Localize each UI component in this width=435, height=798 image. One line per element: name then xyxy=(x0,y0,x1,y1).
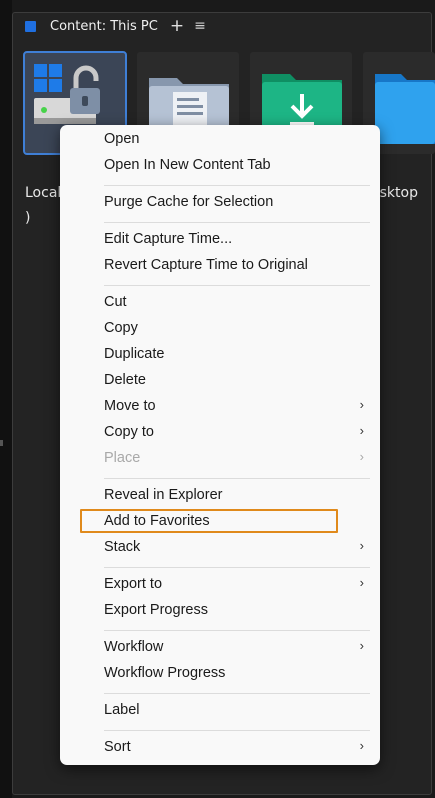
chevron-right-icon: › xyxy=(359,538,364,553)
menu-item-workflow-progress[interactable]: Workflow Progress xyxy=(60,662,380,688)
menu-separator xyxy=(104,693,370,694)
menu-item-copy-to[interactable]: Copy to › xyxy=(60,421,380,447)
menu-item-label: Open xyxy=(104,131,140,147)
add-tab-icon[interactable]: + xyxy=(170,17,184,35)
menu-item-label: Copy to xyxy=(104,424,154,440)
menu-item-purge-cache[interactable]: Purge Cache for Selection xyxy=(60,191,380,217)
menu-item-label: Open In New Content Tab xyxy=(104,157,271,173)
panel-header: Content: This PC + ≡ xyxy=(13,13,431,39)
menu-item-stack[interactable]: Stack › xyxy=(60,536,380,562)
menu-separator xyxy=(104,730,370,731)
chevron-right-icon: › xyxy=(359,423,364,438)
chevron-right-icon: › xyxy=(359,449,364,464)
menu-item-duplicate[interactable]: Duplicate xyxy=(60,343,380,369)
menu-item-delete[interactable]: Delete xyxy=(60,369,380,395)
panel-tab-icon xyxy=(25,20,36,32)
menu-separator xyxy=(104,222,370,223)
left-edge-strip xyxy=(0,0,12,798)
menu-item-label: Duplicate xyxy=(104,346,165,362)
menu-item-label: Export to xyxy=(104,576,163,592)
thumbnail-label-local-disk-line2: ) xyxy=(25,210,31,226)
menu-item-copy[interactable]: Copy xyxy=(60,317,380,343)
menu-item-label: Reveal in Explorer xyxy=(104,487,223,503)
menu-item-label: Sort xyxy=(104,739,131,755)
menu-item-export-to[interactable]: Export to › xyxy=(60,573,380,599)
menu-item-label: Copy xyxy=(104,320,138,336)
menu-item-label: Workflow Progress xyxy=(104,665,226,681)
context-menu: Open Open In New Content Tab Purge Cache… xyxy=(60,125,380,765)
menu-separator xyxy=(104,185,370,186)
menu-item-sort[interactable]: Sort › xyxy=(60,736,380,762)
menu-separator xyxy=(104,478,370,479)
menu-item-reveal-in-explorer[interactable]: Reveal in Explorer xyxy=(60,484,380,510)
menu-item-label: Revert Capture Time to Original xyxy=(104,257,308,273)
menu-separator xyxy=(104,567,370,568)
menu-item-label: Cut xyxy=(104,294,127,310)
menu-item-export-progress[interactable]: Export Progress xyxy=(60,599,380,625)
menu-item-open[interactable]: Open xyxy=(60,128,380,154)
menu-item-open-in-new-content-tab[interactable]: Open In New Content Tab xyxy=(60,154,380,180)
menu-item-place: Place › xyxy=(60,447,380,473)
panel-menu-icon[interactable]: ≡ xyxy=(194,18,206,34)
menu-item-label: Export Progress xyxy=(104,602,208,618)
edge-notch xyxy=(0,440,3,446)
menu-separator xyxy=(104,630,370,631)
menu-item-label: Purge Cache for Selection xyxy=(104,194,274,210)
menu-item-label: Edit Capture Time... xyxy=(104,231,233,247)
menu-item-label: Label xyxy=(104,702,140,718)
menu-separator xyxy=(104,285,370,286)
menu-item-cut[interactable]: Cut xyxy=(60,291,380,317)
panel-title[interactable]: Content: This PC xyxy=(50,19,158,34)
menu-item-label: Workflow xyxy=(104,639,164,655)
menu-item-label: Move to xyxy=(104,398,156,414)
add-to-favorites-highlight xyxy=(80,509,338,533)
menu-item-move-to[interactable]: Move to › xyxy=(60,395,380,421)
menu-item-label: Place xyxy=(104,450,141,466)
menu-item-label-submenu[interactable]: Label xyxy=(60,699,380,725)
chevron-right-icon: › xyxy=(359,738,364,753)
chevron-right-icon: › xyxy=(359,575,364,590)
menu-item-edit-capture-time[interactable]: Edit Capture Time... xyxy=(60,228,380,254)
chevron-right-icon: › xyxy=(359,638,364,653)
menu-item-workflow[interactable]: Workflow › xyxy=(60,636,380,662)
menu-item-label: Delete xyxy=(104,372,146,388)
menu-item-revert-capture-time[interactable]: Revert Capture Time to Original xyxy=(60,254,380,280)
menu-item-label: Stack xyxy=(104,539,141,555)
chevron-right-icon: › xyxy=(359,397,364,412)
thumbnail-label-local-disk: Local xyxy=(25,185,62,201)
